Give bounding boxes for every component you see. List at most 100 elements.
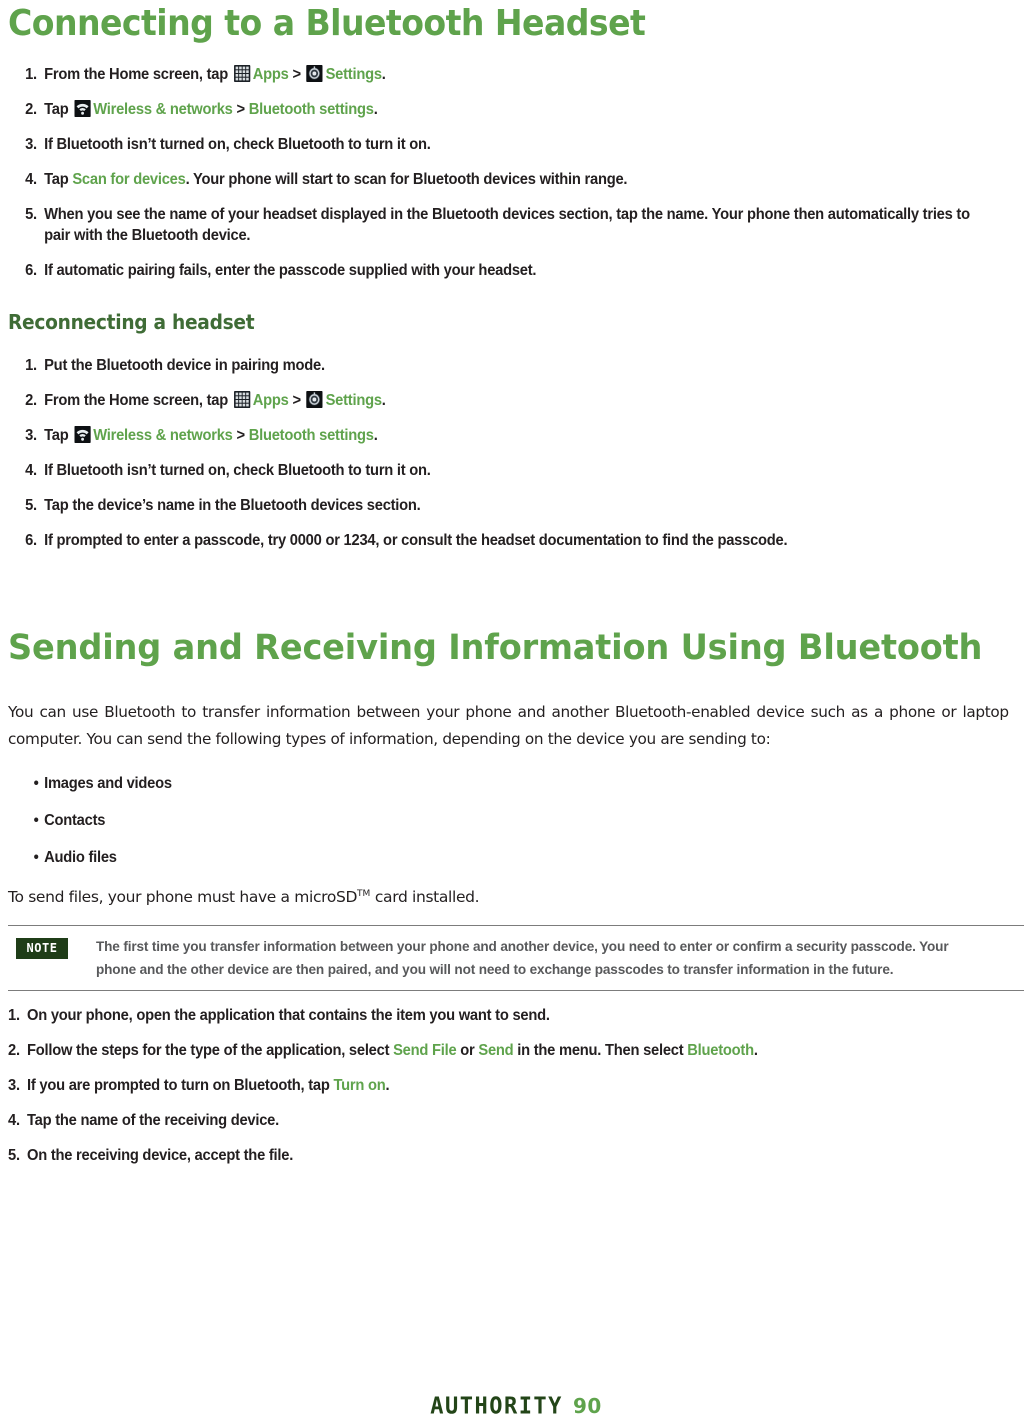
note-body-text: The first time you transfer information … bbox=[96, 938, 949, 977]
list-item: 6. If prompted to enter a passcode, try 0… bbox=[8, 530, 973, 551]
ui-term-highlight[interactable]: Apps bbox=[253, 66, 289, 83]
step-text: Tap bbox=[44, 101, 73, 118]
list-item: 3. Tap Wireless & networks > Bluetooth se… bbox=[8, 425, 973, 446]
reconnecting-steps-list: 1. Put the Bluetooth device in pairing mo… bbox=[8, 355, 1024, 551]
step-text: When you see the name of your headset di… bbox=[44, 206, 970, 244]
ui-term-highlight[interactable]: Settings bbox=[326, 66, 382, 83]
apps-grid-icon bbox=[233, 391, 250, 408]
ui-term-highlight[interactable]: Bluetooth settings bbox=[249, 427, 374, 444]
list-item: 2. From the Home screen, tap Apps > Setti… bbox=[8, 390, 973, 411]
bullet-marker: • bbox=[33, 775, 39, 792]
list-item: • Images and videos bbox=[8, 773, 973, 794]
page-title-connecting: Connecting to a Bluetooth Headset bbox=[8, 3, 646, 44]
microsd-text-before: To send files, your phone must have a mi… bbox=[8, 888, 358, 906]
step-text: If Bluetooth isn’t turned on, check Blue… bbox=[44, 136, 431, 153]
trademark-symbol: TM bbox=[357, 888, 371, 899]
manual-page: Connecting to a Bluetooth Headset 1. From… bbox=[0, 0, 1032, 1425]
wireless-signal-icon bbox=[74, 426, 91, 443]
list-item: 5. When you see the name of your headset … bbox=[8, 204, 973, 246]
list-item: 4. Tap Scan for devices. Your phone will … bbox=[8, 169, 973, 190]
step-number: 3. bbox=[25, 136, 37, 153]
list-item: 5. Tap the device’s name in the Bluetooth… bbox=[8, 495, 973, 516]
step-text: > bbox=[232, 427, 249, 444]
step-text: . bbox=[381, 392, 386, 409]
ui-term-highlight[interactable]: Wireless & networks bbox=[93, 101, 233, 118]
step-number: 1. bbox=[8, 1007, 20, 1024]
bullet-label: Images and videos bbox=[44, 775, 172, 792]
step-number: 6. bbox=[25, 532, 37, 549]
step-text: . bbox=[373, 427, 378, 444]
step-text: From the Home screen, tap bbox=[44, 66, 232, 83]
list-item: 4. Tap the name of the receiving device. bbox=[8, 1110, 973, 1131]
page-number: 90 bbox=[572, 1394, 602, 1418]
ui-term-highlight[interactable]: Bluetooth settings bbox=[249, 101, 374, 118]
bullet-label: Audio files bbox=[44, 849, 117, 866]
step-text: If prompted to enter a passcode, try 000… bbox=[44, 532, 788, 549]
list-item: • Contacts bbox=[8, 810, 973, 831]
ui-term-highlight[interactable]: Scan for devices bbox=[72, 171, 185, 188]
step-number: 5. bbox=[25, 497, 37, 514]
step-text: . bbox=[385, 1077, 390, 1094]
microsd-text-after: card installed. bbox=[370, 888, 480, 906]
list-item: • Audio files bbox=[8, 847, 973, 868]
step-text: Tap bbox=[44, 171, 73, 188]
step-number: 5. bbox=[8, 1147, 20, 1164]
step-number: 3. bbox=[8, 1077, 20, 1094]
ui-term-highlight[interactable]: Send File bbox=[393, 1042, 457, 1059]
step-number: 4. bbox=[25, 462, 37, 479]
brand-wordmark: AUTHORITY bbox=[430, 1393, 563, 1420]
ui-term-highlight[interactable]: Wireless & networks bbox=[93, 427, 233, 444]
step-text: Follow the steps for the type of the app… bbox=[27, 1042, 394, 1059]
list-item: 6. If automatic pairing fails, enter the … bbox=[8, 260, 973, 281]
list-item: 1. Put the Bluetooth device in pairing mo… bbox=[8, 355, 973, 376]
ui-term-highlight[interactable]: Send bbox=[478, 1042, 513, 1059]
sending-intro-paragraph: You can use Bluetooth to transfer inform… bbox=[8, 703, 1009, 748]
step-number: 4. bbox=[8, 1112, 20, 1129]
step-number: 5. bbox=[25, 206, 37, 223]
ui-term-highlight[interactable]: Settings bbox=[326, 392, 382, 409]
step-text: Put the Bluetooth device in pairing mode… bbox=[44, 357, 325, 374]
step-number: 1. bbox=[25, 357, 37, 374]
step-text: . bbox=[373, 101, 378, 118]
step-text: On your phone, open the application that… bbox=[27, 1007, 550, 1024]
step-text: Tap bbox=[44, 427, 73, 444]
note-callout: NOTE The first time you transfer informa… bbox=[8, 926, 1024, 990]
step-text: If automatic pairing fails, enter the pa… bbox=[44, 262, 537, 279]
step-text: > bbox=[288, 392, 305, 409]
microsd-requirement-line: To send files, your phone must have a mi… bbox=[8, 884, 1024, 911]
step-number: 2. bbox=[8, 1042, 20, 1059]
step-text: Tap the name of the receiving device. bbox=[27, 1112, 279, 1129]
settings-gear-icon bbox=[306, 391, 323, 408]
step-number: 4. bbox=[25, 171, 37, 188]
connecting-steps-list: 1. From the Home screen, tap Apps > Setti… bbox=[8, 64, 1024, 281]
list-item: 5. On the receiving device, accept the fi… bbox=[8, 1145, 973, 1166]
step-text: . Your phone will start to scan for Blue… bbox=[185, 171, 628, 188]
step-number: 2. bbox=[25, 392, 37, 409]
wireless-signal-icon bbox=[74, 100, 91, 117]
step-text: From the Home screen, tap bbox=[44, 392, 232, 409]
step-number: 1. bbox=[25, 66, 37, 83]
step-number: 2. bbox=[25, 101, 37, 118]
list-item: 1. From the Home screen, tap Apps > Setti… bbox=[8, 64, 973, 85]
step-text: . bbox=[753, 1042, 758, 1059]
list-item: 3. If Bluetooth isn’t turned on, check Bl… bbox=[8, 134, 973, 155]
list-item: 2. Tap Wireless & networks > Bluetooth se… bbox=[8, 99, 973, 120]
step-text: in the menu. Then select bbox=[513, 1042, 688, 1059]
list-item: 3. If you are prompted to turn on Bluetoo… bbox=[8, 1075, 973, 1096]
subheading-reconnecting: Reconnecting a headset bbox=[8, 310, 255, 334]
supported-types-list: • Images and videos • Contacts • Audio files bbox=[8, 773, 1024, 868]
step-number: 3. bbox=[25, 427, 37, 444]
bullet-marker: • bbox=[33, 812, 39, 829]
bullet-label: Contacts bbox=[44, 812, 106, 829]
ui-term-highlight[interactable]: Apps bbox=[253, 392, 289, 409]
list-item: 4. If Bluetooth isn’t turned on, check Bl… bbox=[8, 460, 973, 481]
step-text: On the receiving device, accept the file… bbox=[27, 1147, 294, 1164]
step-number: 6. bbox=[25, 262, 37, 279]
note-badge: NOTE bbox=[16, 938, 68, 959]
step-text: If you are prompted to turn on Bluetooth… bbox=[27, 1077, 334, 1094]
settings-gear-icon bbox=[306, 65, 323, 82]
page-footer: AUTHORITY 90 bbox=[0, 1393, 1032, 1420]
ui-term-highlight[interactable]: Turn on bbox=[333, 1077, 385, 1094]
section-title-sending: Sending and Receiving Information Using … bbox=[8, 628, 983, 668]
ui-term-highlight[interactable]: Bluetooth bbox=[687, 1042, 754, 1059]
